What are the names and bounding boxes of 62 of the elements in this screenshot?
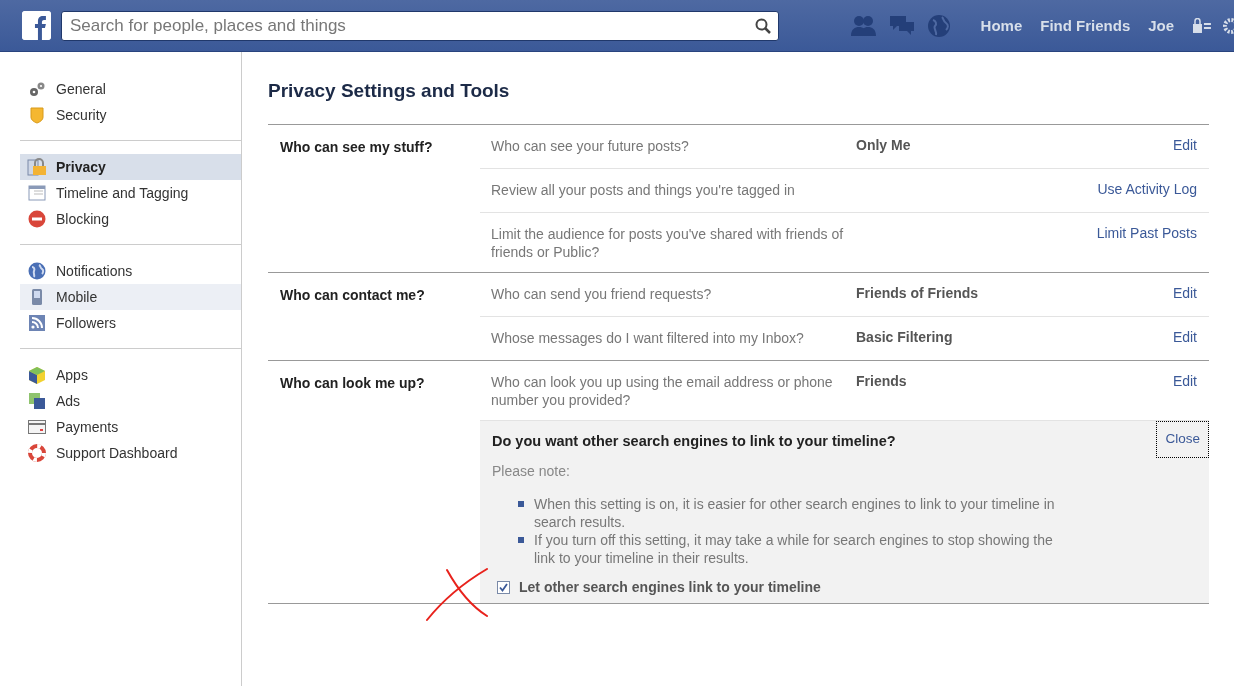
nav-link[interactable]: Home (980, 17, 1023, 34)
sidebar-item[interactable]: Timeline and Tagging (20, 180, 241, 206)
search-icon[interactable] (754, 17, 771, 34)
section-title: Who can see my stuff? (279, 138, 434, 155)
section-title: Who can contact me? (279, 286, 426, 303)
setting-question: Who can send you friend requests? (491, 285, 713, 304)
sidebar-item[interactable]: Notifications (20, 258, 241, 284)
setting-link[interactable]: Edit (1172, 373, 1197, 409)
setting-link[interactable]: Edit (1172, 137, 1197, 157)
sidebar-item[interactable]: Support Dashboard (20, 440, 241, 466)
card-icon (28, 420, 46, 434)
sidebar-item[interactable]: Ads (20, 388, 241, 414)
close-link[interactable]: Close (1156, 421, 1209, 458)
sidebar-item[interactable]: Security (20, 102, 241, 128)
bullet-icon (518, 501, 524, 507)
sidebar-item[interactable]: Payments (20, 414, 241, 440)
note-item: If you turn off this setting, it may take a while for search engines to stop showing the link to your timeline in their results. (534, 531, 1054, 567)
checkbox-label: Let other search engines link to your timeline (519, 579, 821, 595)
setting-value: Friends of Friends (856, 285, 979, 301)
sidebar-item[interactable]: Blocking (20, 206, 241, 232)
setting-question: Who can see your future posts? (491, 137, 690, 156)
setting-link[interactable]: Edit (1172, 329, 1197, 349)
setting-value: Only Me (856, 137, 911, 153)
timeline-icon (28, 185, 46, 201)
gears-icon (28, 81, 46, 97)
ads-icon (28, 392, 46, 410)
sidebar-item[interactable]: Mobile (20, 284, 241, 310)
sidebar-item[interactable]: Privacy (20, 154, 241, 180)
setting-question: Review all your posts and things you're tagged in (491, 181, 796, 200)
setting-question: Limit the audience for posts you've shared with friends of friends or Public? (491, 225, 845, 261)
lock-icon[interactable] (1192, 17, 1213, 34)
page-title: Privacy Settings and Tools (268, 80, 511, 102)
sidebar-item[interactable]: General (20, 76, 241, 102)
checkbox[interactable] (497, 580, 510, 594)
setting-link[interactable]: Limit Past Posts (1096, 225, 1197, 261)
nav-link[interactable]: Find Friends (1040, 17, 1131, 34)
globe-icon (28, 262, 46, 280)
setting-question: Who can look you up using the email address or phone number you provided? (491, 373, 834, 409)
note-item: When this setting is on, it is easier for other search engines to link to your timeline in search results. (534, 495, 1056, 531)
rss-icon (29, 315, 45, 331)
lock-icon (27, 158, 47, 176)
setting-question: Whose messages do I want filtered into my Inbox? (491, 329, 805, 348)
logo-icon[interactable] (22, 11, 51, 40)
shield-icon (29, 106, 45, 124)
phone-icon (30, 288, 44, 306)
lifebuoy-icon (28, 444, 46, 462)
setting-value: Basic Filtering (856, 329, 953, 345)
bullet-icon (518, 537, 524, 543)
section-title: Who can look me up? (279, 374, 426, 391)
sidebar-item[interactable]: Followers (20, 310, 241, 336)
cube-icon (28, 366, 46, 384)
cross-mark-drawing (425, 568, 491, 622)
nav-link[interactable]: Joe (1148, 17, 1175, 34)
panel-heading: Do you want other search engines to link to your timeline? (492, 433, 896, 449)
setting-value: Friends (856, 373, 907, 389)
sidebar-item[interactable]: Apps (20, 362, 241, 388)
setting-link[interactable]: Edit (1172, 285, 1197, 305)
search-field[interactable]: Search for people, places and things (60, 10, 779, 41)
settings-icon[interactable] (1222, 16, 1234, 35)
setting-link[interactable]: Use Activity Log (1097, 181, 1197, 201)
no-entry-icon (28, 210, 46, 228)
note-text: Please note: (492, 463, 571, 479)
